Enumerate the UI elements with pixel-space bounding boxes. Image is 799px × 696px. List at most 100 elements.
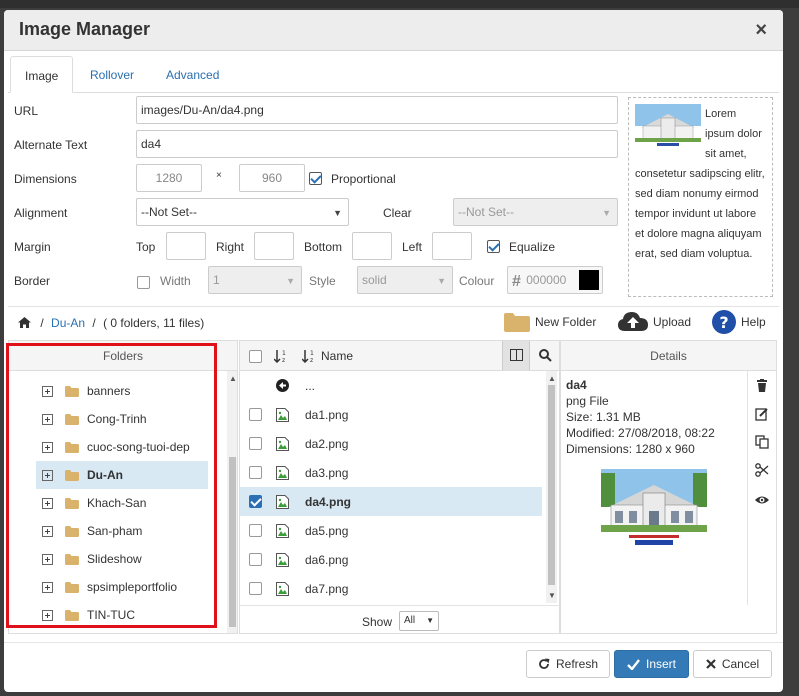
file-checkbox[interactable] [249, 466, 262, 479]
tab-image[interactable]: Image [10, 56, 74, 93]
image-file-icon [276, 436, 289, 451]
clear-select[interactable]: --Not Set-- ▼ [453, 198, 618, 226]
alignment-select[interactable]: --Not Set-- ▼ [136, 198, 349, 226]
file-checkbox[interactable] [249, 437, 262, 450]
scissors-icon[interactable] [755, 463, 769, 477]
sort-extension-icon[interactable]: 1 z [274, 349, 288, 363]
cancel-button[interactable]: Cancel [693, 650, 772, 678]
alt-text-input[interactable]: da4 [136, 130, 618, 158]
colour-swatch[interactable] [579, 270, 599, 290]
new-folder-button[interactable]: New Folder [504, 308, 596, 336]
footer-divider [4, 642, 783, 643]
insert-button[interactable]: Insert [614, 650, 689, 678]
file-item[interactable]: da6.png [240, 545, 542, 574]
tab-advanced[interactable]: Advanced [152, 56, 233, 93]
border-width-label: Width [160, 274, 191, 288]
divider [8, 306, 779, 307]
background-strip [0, 0, 799, 8]
clear-select-value: --Not Set-- [458, 205, 515, 219]
refresh-button[interactable]: Refresh [526, 650, 610, 678]
close-icon[interactable]: × [755, 19, 767, 42]
margin-left-label: Left [402, 240, 423, 254]
details-tools-divider [747, 371, 748, 605]
image-preview: Lorem ipsum dolor sit amet, consetetur s… [628, 97, 773, 297]
select-all-checkbox[interactable] [249, 350, 262, 363]
url-input[interactable]: images/Du-An/da4.png [136, 96, 618, 124]
details-panel: Details da4 png File Size: 1.31 MB Modif… [560, 340, 777, 634]
equalize-checkbox[interactable] [487, 240, 500, 253]
help-button[interactable]: ? Help [712, 308, 766, 336]
columns-icon [510, 349, 523, 361]
edit-icon[interactable] [755, 407, 769, 421]
proportional-checkbox[interactable] [309, 172, 322, 185]
parent-folder-row[interactable]: ... [240, 371, 542, 400]
files-panel: 1 z 1 z Name ... da1.png da2.png da3.png… [239, 340, 560, 634]
trash-icon[interactable] [755, 379, 769, 393]
columns-toggle-button[interactable] [502, 341, 530, 370]
copy-icon[interactable] [755, 435, 769, 449]
height-input[interactable]: 960 [239, 164, 305, 192]
files-panel-header: 1 z 1 z Name [240, 341, 559, 371]
chevron-down-icon: ▼ [333, 208, 342, 218]
scroll-down-arrow[interactable]: ▼ [548, 591, 556, 600]
file-details: da4 png File Size: 1.31 MB Modified: 27/… [566, 377, 715, 457]
border-checkbox[interactable] [137, 276, 150, 289]
tab-rollover[interactable]: Rollover [76, 56, 148, 93]
svg-text:z: z [282, 357, 285, 363]
new-folder-label: New Folder [535, 315, 597, 329]
details-file-dimensions: Dimensions: 1280 x 960 [566, 442, 695, 456]
dialog-title: Image Manager [19, 19, 151, 39]
margin-left-input[interactable] [432, 232, 472, 260]
file-checkbox[interactable] [249, 553, 262, 566]
margin-right-input[interactable] [254, 232, 294, 260]
scroll-up-arrow[interactable]: ▲ [229, 374, 237, 383]
breadcrumb-folder-link[interactable]: Du-An [51, 316, 85, 330]
refresh-icon [539, 658, 550, 669]
chevron-down-icon: ▼ [286, 276, 295, 286]
file-checkbox[interactable] [249, 495, 262, 508]
image-file-icon [276, 407, 289, 422]
eye-icon[interactable] [755, 493, 769, 507]
breadcrumb-info: ( 0 folders, 11 files) [103, 316, 205, 330]
dimensions-label: Dimensions [14, 172, 77, 186]
chevron-down-icon: ▼ [426, 616, 434, 625]
home-icon[interactable] [18, 317, 31, 328]
file-item[interactable]: da7.png [240, 574, 542, 603]
name-column-header[interactable]: Name [321, 349, 353, 363]
details-thumbnail [599, 467, 709, 547]
margin-bottom-label: Bottom [304, 240, 343, 254]
folders-scroll-thumb[interactable] [229, 457, 236, 627]
file-item[interactable]: da3.png [240, 458, 542, 487]
file-item[interactable]: da2.png [240, 429, 542, 458]
margin-top-input[interactable] [166, 232, 206, 260]
scroll-up-arrow[interactable]: ▲ [548, 374, 556, 383]
upload-label: Upload [653, 315, 692, 329]
margin-top-label: Top [136, 240, 156, 254]
margin-bottom-input[interactable] [352, 232, 392, 260]
file-checkbox[interactable] [249, 582, 262, 595]
search-icon[interactable] [539, 349, 552, 362]
width-input[interactable]: 1280 [136, 164, 202, 192]
show-select[interactable]: All ▼ [399, 611, 439, 631]
file-name: da4.png [305, 494, 352, 509]
files-scrollbar[interactable]: ▲ ▼ [546, 371, 557, 603]
file-item[interactable]: da5.png [240, 516, 542, 545]
file-item[interactable]: da1.png [240, 400, 542, 429]
file-checkbox[interactable] [249, 408, 262, 421]
border-style-value: solid [362, 273, 387, 287]
hash-icon: # [512, 273, 521, 290]
clear-label: Clear [383, 206, 412, 220]
breadcrumb: / Du-An / ( 0 folders, 11 files) [18, 316, 204, 330]
file-item[interactable]: da4.png [240, 487, 542, 516]
sort-name-icon[interactable]: 1 z [302, 349, 316, 363]
upload-button[interactable]: Upload [618, 308, 691, 336]
file-name: da2.png [305, 436, 349, 451]
proportional-label: Proportional [331, 172, 396, 186]
border-style-select[interactable]: solid ▼ [357, 266, 453, 294]
border-width-select[interactable]: 1 ▼ [208, 266, 302, 294]
border-label: Border [14, 274, 51, 288]
image-file-icon [276, 523, 289, 538]
files-scroll-thumb[interactable] [548, 385, 555, 585]
file-checkbox[interactable] [249, 524, 262, 537]
folders-scrollbar[interactable]: ▲ [227, 371, 237, 633]
